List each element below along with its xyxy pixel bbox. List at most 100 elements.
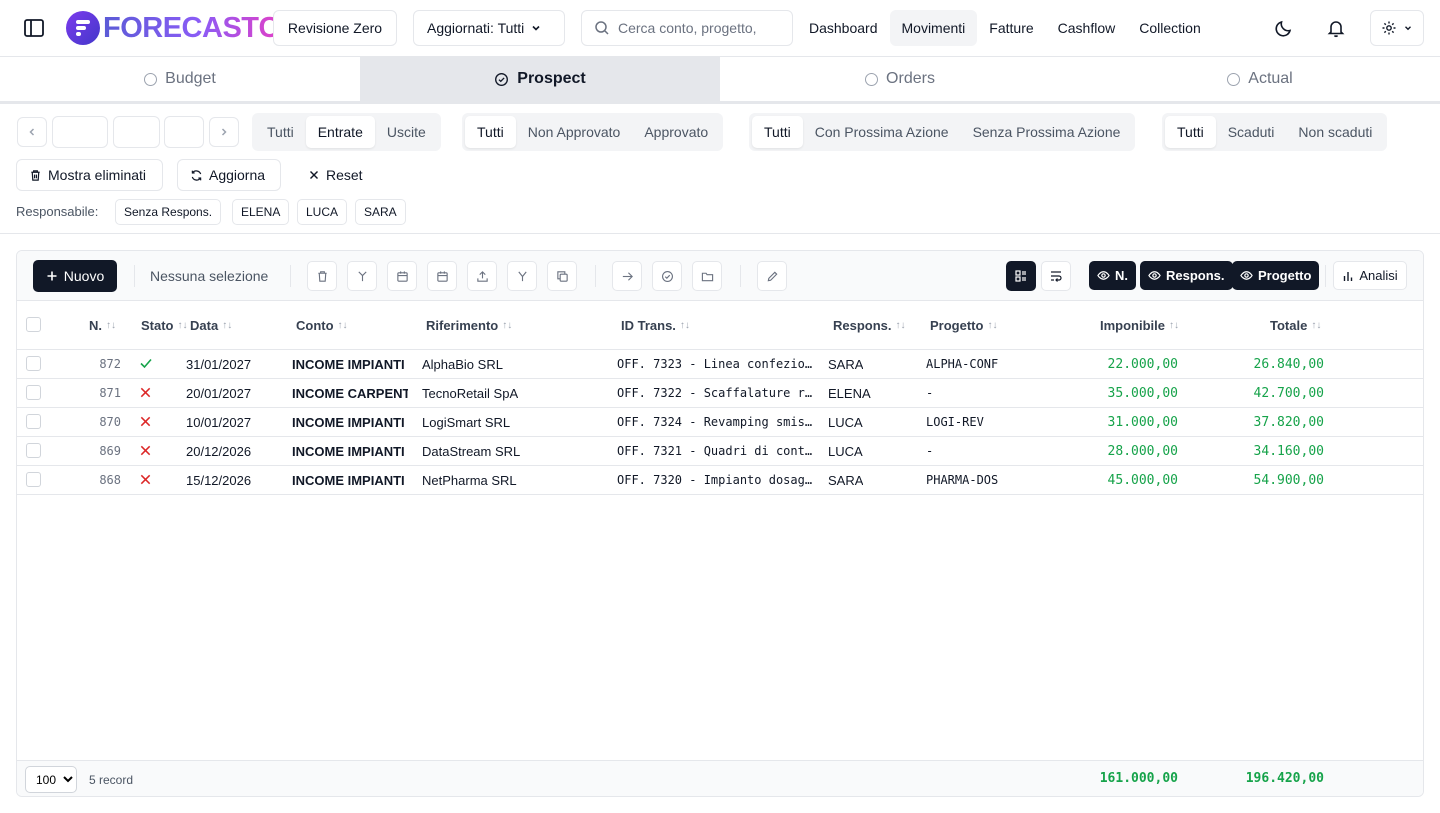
col-header-riferimento[interactable]: Riferimento ↑↓ [426,318,512,333]
status-ok-icon [139,356,153,370]
aggiornati-dropdown[interactable]: Aggiornati: Tutti [413,10,565,46]
col-header-imponibile[interactable]: Imponibile ↑↓ [1100,318,1179,333]
table-row[interactable]: 872 31/01/2027 INCOME IMPIANTI AlphaBio … [17,350,1423,379]
tipo-tutti[interactable]: Tutti [255,116,306,148]
merge-icon[interactable] [347,261,377,291]
table-row[interactable]: 871 20/01/2027 INCOME CARPENT… TecnoReta… [17,379,1423,408]
table-row[interactable]: 870 10/01/2027 INCOME IMPIANTI LogiSmart… [17,408,1423,437]
copy-icon[interactable] [547,261,577,291]
nav-movimenti[interactable]: Movimenti [889,10,978,46]
col-header-stato[interactable]: Stato ↑↓ [141,318,188,333]
cell-conto: INCOME CARPENT… [292,386,408,401]
col-header-id-trans[interactable]: ID Trans. ↑↓ [621,318,690,333]
approvazione-tutti[interactable]: Tutti [465,116,516,148]
folder-move-icon[interactable] [692,261,722,291]
period-field-2[interactable] [113,116,160,148]
col-header-n[interactable]: N. ↑↓ [89,318,116,333]
mostra-eliminati-button[interactable]: Mostra eliminati [16,159,163,191]
aggiorna-button[interactable]: Aggiorna [177,159,281,191]
col-header-totale[interactable]: Totale ↑↓ [1270,318,1321,333]
resp-chip-luca[interactable]: LUCA [297,199,348,225]
row-checkbox[interactable] [26,414,41,429]
cell-riferimento: AlphaBio SRL [422,357,503,372]
reset-label: Reset [326,167,363,183]
edit-icon[interactable] [757,261,787,291]
nuovo-button[interactable]: Nuovo [33,260,117,292]
upload-icon[interactable] [467,261,497,291]
grid-view-icon[interactable] [1006,261,1036,291]
approvazione-approvato[interactable]: Approvato [632,116,720,148]
check-circle-icon[interactable] [652,261,682,291]
cell-respons: ELENA [828,386,871,401]
app-logo[interactable]: FORECASTC [66,11,274,45]
moon-icon[interactable] [1274,18,1294,38]
delete-icon[interactable] [307,261,337,291]
col-header-data[interactable]: Data ↑↓ [190,318,232,333]
nav-collection[interactable]: Collection [1127,10,1212,46]
cell-n: 870 [99,415,121,429]
toggle-column-progetto[interactable]: Progetto [1232,261,1320,290]
azione-con-prossima[interactable]: Con Prossima Azione [803,116,961,148]
bell-icon[interactable] [1326,18,1346,38]
approvazione-non-approvato[interactable]: Non Approvato [516,116,633,148]
scadenza-tutti[interactable]: Tutti [1165,116,1216,148]
tab-actual[interactable]: Actual [1080,57,1440,101]
plus-icon [47,271,57,281]
period-field-3[interactable] [164,116,204,148]
search-box[interactable] [581,10,793,46]
divider [0,233,1440,234]
azione-senza-prossima[interactable]: Senza Prossima Azione [961,116,1133,148]
check-circle-icon [495,72,509,86]
cell-imponibile: 45.000,00 [1107,473,1178,488]
revisione-button[interactable]: Revisione Zero [273,10,397,46]
cell-progetto: - [926,444,934,458]
cell-totale: 26.840,00 [1253,357,1324,372]
circle-icon [865,72,879,86]
scadenza-scaduti[interactable]: Scaduti [1216,116,1287,148]
tipo-entrate[interactable]: Entrate [305,116,375,148]
select-all-checkbox[interactable] [26,317,41,332]
tab-prospect[interactable]: Prospect [360,57,720,101]
table-row[interactable]: 868 15/12/2026 INCOME IMPIANTI NetPharma… [17,466,1423,495]
azione-tutti[interactable]: Tutti [752,116,803,148]
reset-button[interactable]: Reset [296,159,376,191]
sort-icon: ↑↓ [895,320,906,331]
col-header-respons[interactable]: Respons. ↑↓ [833,318,906,333]
nav-dashboard[interactable]: Dashboard [797,10,890,46]
analisi-button[interactable]: Analisi [1333,261,1407,290]
toggle-column-respons[interactable]: Respons. [1140,261,1233,290]
split-icon[interactable] [507,261,537,291]
close-icon [310,171,318,179]
row-checkbox[interactable] [26,356,41,371]
table-row[interactable]: 869 20/12/2026 INCOME IMPIANTI DataStrea… [17,437,1423,466]
tab-budget[interactable]: Budget [0,57,360,101]
tipo-uscite[interactable]: Uscite [375,116,438,148]
scadenza-non-scaduti[interactable]: Non scaduti [1286,116,1384,148]
row-checkbox[interactable] [26,385,41,400]
resp-chip-senza[interactable]: Senza Respons. [115,199,222,225]
sidebar-toggle-icon[interactable] [22,16,46,40]
prev-period-button[interactable] [17,117,47,147]
settings-button[interactable] [1370,10,1424,46]
nav-fatture[interactable]: Fatture [977,10,1045,46]
period-field-1[interactable] [52,116,108,148]
cell-progetto: PHARMA-DOS [926,473,999,487]
calendar-icon[interactable] [427,261,457,291]
tab-orders[interactable]: Orders [720,57,1080,101]
col-header-progetto[interactable]: Progetto ↑↓ [930,318,997,333]
arrow-right-icon[interactable] [612,261,642,291]
cell-id-trans: OFF. 7321 - Quadri di cont… [617,444,813,458]
calendar-icon[interactable] [387,261,417,291]
next-period-button[interactable] [209,117,239,147]
search-input[interactable] [618,20,778,36]
resp-chip-elena[interactable]: ELENA [232,199,290,225]
row-checkbox[interactable] [26,443,41,458]
cell-conto: INCOME IMPIANTI [292,444,405,459]
row-checkbox[interactable] [26,472,41,487]
col-header-conto[interactable]: Conto ↑↓ [296,318,348,333]
resp-chip-sara[interactable]: SARA [355,199,406,225]
nav-cashflow[interactable]: Cashflow [1046,10,1128,46]
wrap-text-icon[interactable] [1041,261,1071,291]
page-size-select[interactable]: 100 [25,766,77,793]
toggle-column-n[interactable]: N. [1089,261,1136,290]
